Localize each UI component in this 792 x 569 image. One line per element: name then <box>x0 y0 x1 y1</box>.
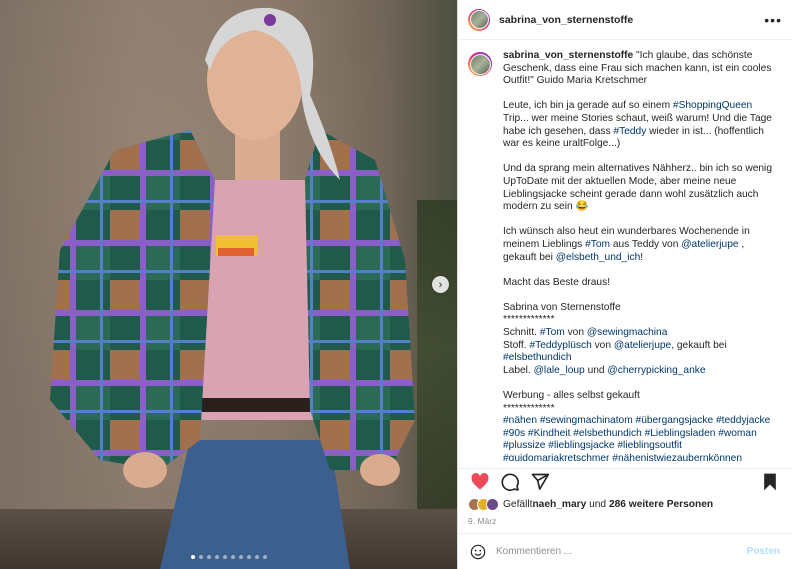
person-illustration <box>50 7 415 569</box>
caption-area: sabrina_von_sternenstoffe "Ich glaube, d… <box>458 41 792 461</box>
text: Stoff. <box>503 339 530 351</box>
carousel-next-button[interactable]: › <box>432 276 449 293</box>
carousel-dot <box>222 555 227 559</box>
text: Sabrina von Sternenstoffe <box>503 301 621 313</box>
heart-filled-icon[interactable] <box>470 472 490 492</box>
header-username[interactable]: sabrina_von_sternenstoffe <box>499 14 633 26</box>
chevron-right-icon: › <box>438 278 443 291</box>
action-bar <box>458 468 792 494</box>
carousel-dot <box>254 555 259 559</box>
likes-count-link[interactable]: 286 weitere Personen <box>609 499 713 510</box>
hashtag-link[interactable]: #Tom <box>540 327 565 338</box>
send-icon[interactable] <box>530 472 550 492</box>
hashtag-link[interactable]: #ShoppingQueen <box>673 100 752 111</box>
bookmark-filled-icon[interactable] <box>760 472 780 492</box>
likes-prefix: Gefällt <box>503 499 533 510</box>
carousel-dot <box>206 555 211 559</box>
mention-link[interactable]: @sewingmachina <box>587 327 668 338</box>
caption-paragraph: Und da sprang mein alternatives Nähherz.… <box>503 163 772 213</box>
comment-icon[interactable] <box>500 472 520 492</box>
caption-paragraph: Leute, ich bin ja gerade auf so einem #S… <box>503 100 780 150</box>
carousel-dot <box>246 555 251 559</box>
carousel-dot <box>262 555 267 559</box>
carousel-dot <box>238 555 243 559</box>
post-photo[interactable]: › <box>0 0 457 569</box>
hashtag-link[interactable]: #Tom <box>585 239 610 250</box>
comment-input[interactable] <box>496 546 747 557</box>
caption-paragraph: Sabrina von Sternenstoffe ************* … <box>503 302 780 378</box>
carousel-dot <box>190 555 195 559</box>
text: ************* <box>503 402 555 414</box>
hashtag-list[interactable]: #nähen #sewingmachinatom #übergangsjacke… <box>503 415 773 461</box>
text: von <box>591 339 614 351</box>
text: aus Teddy von <box>610 238 682 250</box>
text: Werbung - alles selbst gekauft <box>503 390 640 402</box>
carousel-dots <box>0 555 457 559</box>
text: und <box>584 364 608 376</box>
emoji-icon[interactable] <box>470 544 486 560</box>
text: Leute, ich bin ja gerade auf so einem <box>503 100 673 112</box>
text: Label. <box>503 364 534 376</box>
text: ! <box>640 251 644 263</box>
caption-paragraph: sabrina_von_sternenstoffe "Ich glaube, d… <box>503 50 780 88</box>
comment-bar: Posten <box>458 533 792 569</box>
avatar[interactable] <box>468 8 490 31</box>
more-horizontal-icon[interactable]: ••• <box>764 12 782 28</box>
mention-link[interactable]: @cherrypicking_anke <box>607 365 705 376</box>
mention-link[interactable]: @atelierjupe <box>614 340 671 351</box>
hashtag-link[interactable]: #Teddy <box>613 126 646 137</box>
carousel-dot <box>198 555 203 559</box>
caption-paragraph: Werbung - alles selbst gekauft *********… <box>503 390 780 461</box>
caption-text: sabrina_von_sternenstoffe "Ich glaube, d… <box>503 50 780 461</box>
text: Schnitt. <box>503 327 540 339</box>
text: ************* <box>503 314 555 326</box>
hashtag-link[interactable]: #Teddyplüsch <box>529 340 591 351</box>
post-date[interactable]: 9. März <box>468 516 496 526</box>
likes-mid: und <box>586 499 609 510</box>
caption-paragraph: Ich wünsch also heut ein wunderbares Woc… <box>503 226 780 264</box>
avatar <box>486 498 499 511</box>
carousel-dot <box>214 555 219 559</box>
post-side-panel: sabrina_von_sternenstoffe ••• sabrina_vo… <box>457 0 792 569</box>
text: , gekauft bei <box>671 339 727 351</box>
like-avatars <box>468 498 499 511</box>
caption-username[interactable]: sabrina_von_sternenstoffe <box>503 50 633 61</box>
post-button[interactable]: Posten <box>747 546 780 557</box>
caption-avatar[interactable] <box>468 52 492 76</box>
likes-summary: Gefällt naeh_mary und 286 weitere Person… <box>468 498 782 511</box>
mention-link[interactable]: @elsbeth_und_ich <box>556 252 641 263</box>
caption-paragraph: Macht das Beste draus! <box>503 276 611 288</box>
hashtag-link[interactable]: #elsbethundich <box>503 352 572 363</box>
post-header: sabrina_von_sternenstoffe ••• <box>458 0 792 40</box>
carousel-dot <box>230 555 235 559</box>
mention-link[interactable]: @atelierjupe <box>681 239 738 250</box>
likes-user-link[interactable]: naeh_mary <box>532 499 586 510</box>
text: von <box>564 327 587 339</box>
mention-link[interactable]: @lale_loup <box>534 365 585 376</box>
